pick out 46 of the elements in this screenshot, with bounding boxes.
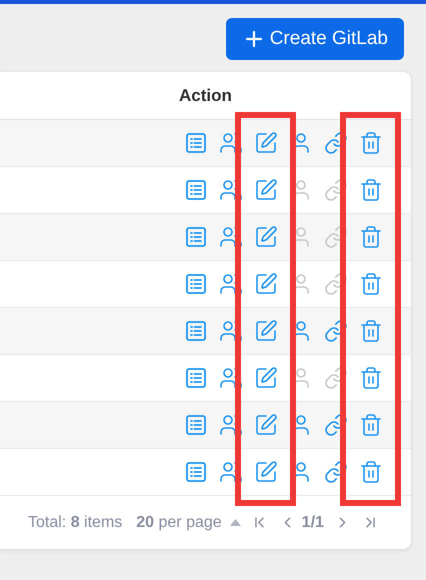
edit-icon[interactable]: [254, 131, 278, 155]
trash-icon[interactable]: [358, 272, 382, 296]
list-icon[interactable]: [184, 131, 208, 155]
column-header: Action: [179, 84, 232, 107]
link-icon[interactable]: [324, 131, 348, 155]
users-icon[interactable]: [218, 178, 242, 202]
edit-icon[interactable]: [254, 366, 278, 390]
list-icon[interactable]: [184, 178, 208, 202]
trash-icon[interactable]: [358, 413, 382, 437]
users-icon[interactable]: [218, 225, 242, 249]
users-icon[interactable]: [218, 319, 242, 343]
trash-icon[interactable]: [358, 366, 382, 390]
list-icon[interactable]: [184, 366, 208, 390]
link-icon[interactable]: [324, 178, 348, 202]
edit-icon[interactable]: [254, 413, 278, 437]
users-icon[interactable]: [218, 366, 242, 390]
trash-icon[interactable]: [358, 460, 382, 484]
edit-icon[interactable]: [254, 460, 278, 484]
create-gitlab-button[interactable]: Create GitLab: [226, 18, 404, 60]
users-icon[interactable]: [218, 131, 242, 155]
link-icon[interactable]: [324, 366, 348, 390]
list-icon[interactable]: [184, 319, 208, 343]
list-icon[interactable]: [184, 460, 208, 484]
link-icon[interactable]: [324, 225, 348, 249]
edit-icon[interactable]: [254, 272, 278, 296]
trash-icon[interactable]: [358, 131, 382, 155]
link-icon[interactable]: [324, 413, 348, 437]
trash-icon[interactable]: [358, 225, 382, 249]
link-icon[interactable]: [324, 460, 348, 484]
users-icon[interactable]: [218, 272, 242, 296]
edit-icon[interactable]: [254, 225, 278, 249]
link-icon[interactable]: [324, 272, 348, 296]
users-icon[interactable]: [218, 413, 242, 437]
list-icon[interactable]: [184, 225, 208, 249]
trash-icon[interactable]: [358, 178, 382, 202]
users-icon[interactable]: [218, 460, 242, 484]
list-icon[interactable]: [184, 413, 208, 437]
page-size-select[interactable]: 20 per page: [136, 510, 241, 534]
link-icon[interactable]: [324, 319, 348, 343]
trash-icon[interactable]: [358, 319, 382, 343]
caret-up-icon: [230, 519, 241, 526]
total-count: Total: 8 items: [28, 512, 122, 532]
edit-icon[interactable]: [254, 178, 278, 202]
page-indicator: 1/1: [302, 512, 324, 532]
edit-icon[interactable]: [254, 319, 278, 343]
list-icon[interactable]: [184, 272, 208, 296]
